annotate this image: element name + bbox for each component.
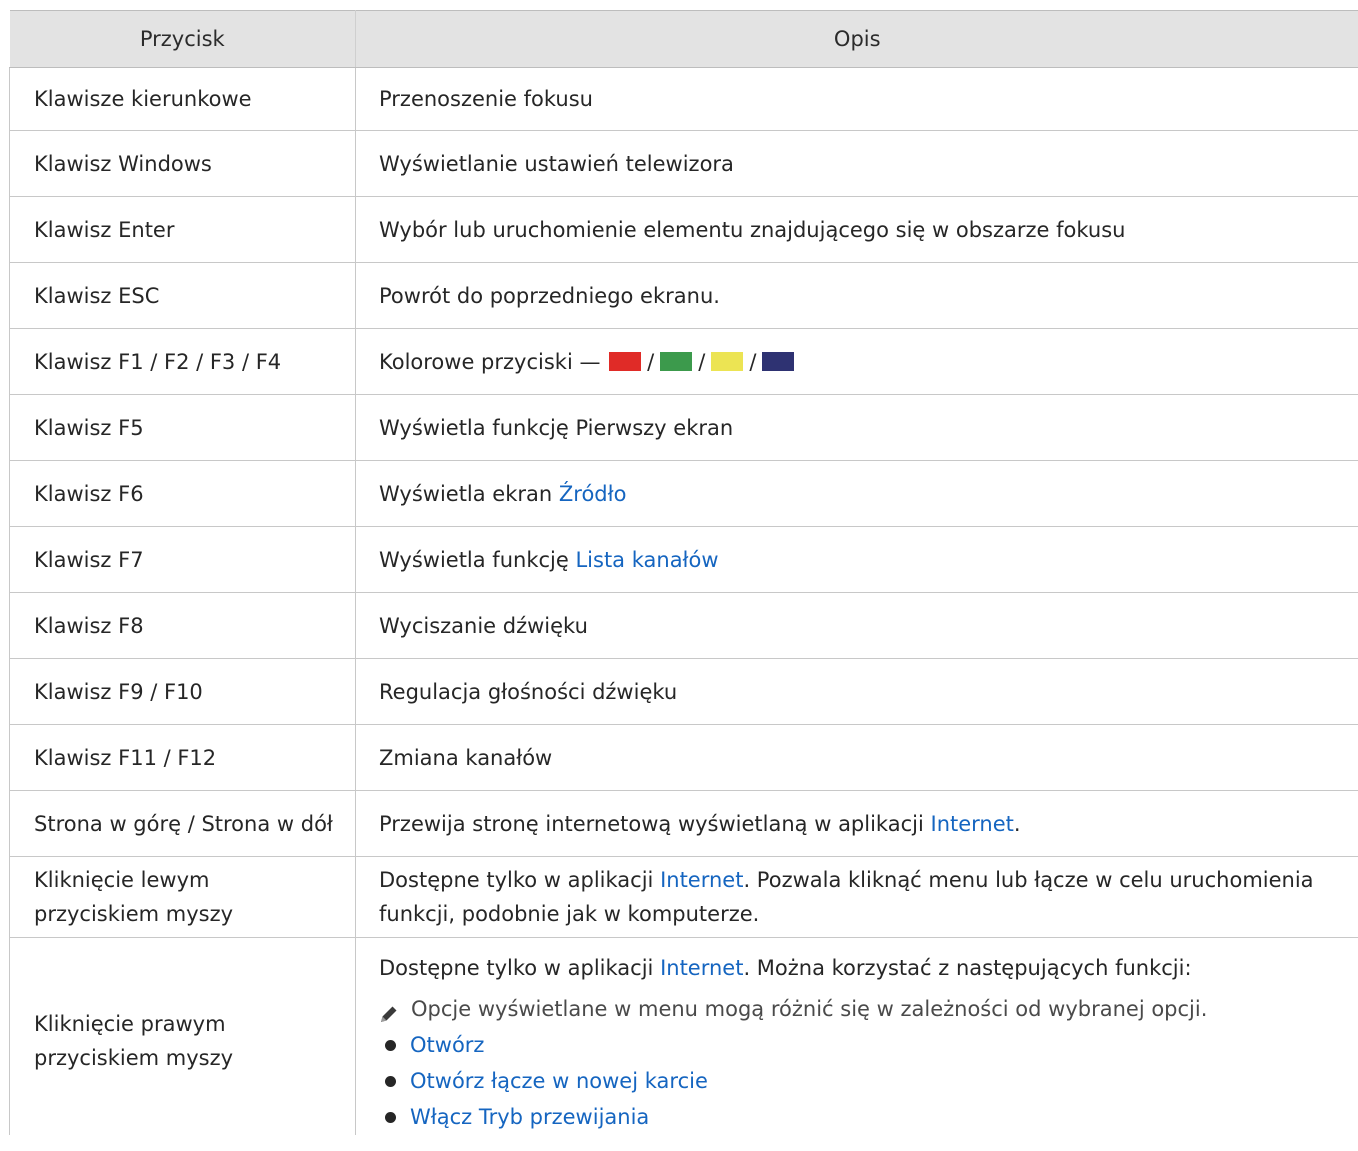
internet-link[interactable]: Internet [931,812,1014,836]
description-suffix: . Można korzystać z następujących funkcj… [743,956,1192,980]
table-header-row: Przycisk Opis [9,10,1358,68]
option-open-link-new-tab[interactable]: Otwórz łącze w nowej karcie [410,1063,708,1099]
option-scroll-mode[interactable]: Włącz Tryb przewijania [410,1099,649,1135]
internet-link[interactable]: Internet [660,956,743,980]
description-suffix: . [1013,811,1021,836]
key-cell: Klawisz Windows [9,130,356,197]
description-cell: Przenoszenie fokusu [355,67,1358,131]
key-cell: Klawisz F11 / F12 [9,724,356,791]
table-row: Klawisz Windows Wyświetlanie ustawień te… [9,130,1358,197]
key-cell: Kliknięcie prawym przyciskiem myszy [9,937,356,1135]
description-cell: Powrót do poprzedniego ekranu. [355,262,1358,329]
swatch-separator: / [647,349,655,374]
yellow-swatch [711,351,744,371]
table-row: Klawisz F8 Wyciszanie dźwięku [9,592,1358,659]
table-row: Klawisz F5 Wyświetla funkcję Pierwszy ek… [9,394,1358,461]
table-row: Kliknięcie lewym przyciskiem myszy Dostę… [9,856,1358,938]
description-cell: Wybór lub uruchomienie elementu znajdują… [355,196,1358,263]
source-link[interactable]: Źródło [559,482,627,506]
table-row: Klawisze kierunkowe Przenoszenie fokusu [9,67,1358,131]
key-cell: Klawisz ESC [9,262,356,329]
pencil-icon [379,999,399,1022]
option-open[interactable]: Otwórz [410,1027,484,1063]
table-row: Klawisz F7 Wyświetla funkcję Lista kanał… [9,526,1358,593]
description-cell: Regulacja głośności dźwięku [355,658,1358,725]
key-cell: Klawisz F8 [9,592,356,659]
table-row: Klawisz F9 / F10 Regulacja głośności dźw… [9,658,1358,725]
key-cell: Klawisz F1 / F2 / F3 / F4 [9,328,356,395]
table-row: Klawisz F6 Wyświetla ekran Źródło [9,460,1358,527]
description-cell: Dostępne tylko w aplikacji Internet. Moż… [356,938,1358,1136]
description-text: Wyświetla funkcję [379,547,569,572]
blue-swatch [762,351,795,371]
red-swatch [609,351,642,371]
table-row: Klawisz F1 / F2 / F3 / F4 Kolorowe przyc… [9,328,1358,395]
description-line: Dostępne tylko w aplikacji Internet. Moż… [379,950,1339,986]
options-list: Otwórz Otwórz łącze w nowej karcie Włącz… [379,1027,1339,1135]
key-cell: Klawisz F6 [9,460,356,527]
description-text: Przewija stronę internetową wyświetlaną … [379,811,924,836]
description-text: Wyświetla ekran [379,481,553,506]
bullet-icon [385,1039,396,1051]
description-text: Kolorowe przyciski — [379,349,601,374]
key-cell: Klawisz F7 [9,526,356,593]
internet-link[interactable]: Internet [660,868,743,892]
swatch-separator: / [698,349,706,374]
key-cell: Strona w górę / Strona w dół [9,790,356,857]
bullet-icon [385,1075,396,1087]
description-cell: Dostępne tylko w aplikacji Internet. Poz… [355,856,1358,938]
table-row: Klawisz Enter Wybór lub uruchomienie ele… [9,196,1358,263]
header-description: Opis [355,10,1358,68]
description-cell: Wyświetla funkcję Pierwszy ekran [355,394,1358,461]
description-cell: Zmiana kanałów [355,724,1358,791]
bullet-icon [385,1111,396,1123]
key-cell: Klawisz Enter [9,196,356,263]
list-item: Włącz Tryb przewijania [379,1099,1339,1135]
swatch-separator: / [749,349,757,374]
shortcut-table: Przycisk Opis Klawisze kierunkowe Przeno… [9,10,1358,1135]
header-key: Przycisk [9,10,356,68]
key-cell: Kliknięcie lewym przyciskiem myszy [9,856,356,938]
description-cell: Wyświetla funkcję Lista kanałów [355,526,1358,593]
list-item: Otwórz łącze w nowej karcie [379,1063,1339,1099]
description-text: Dostępne tylko w aplikacji [379,956,654,980]
description-cell: Przewija stronę internetową wyświetlaną … [355,790,1358,857]
description-content: Dostępne tylko w aplikacji Internet. Moż… [379,938,1339,1135]
table-row: Strona w górę / Strona w dół Przewija st… [9,790,1358,857]
description-cell: Wyciszanie dźwięku [355,592,1358,659]
description-cell: Kolorowe przyciski — / / / [355,328,1358,395]
description-text: Dostępne tylko w aplikacji [379,868,654,892]
green-swatch [660,351,693,371]
table-row: Kliknięcie prawym przyciskiem myszy Dost… [9,937,1358,1136]
key-cell: Klawisze kierunkowe [9,67,356,131]
key-cell: Klawisz F9 / F10 [9,658,356,725]
list-item: Otwórz [379,1027,1339,1063]
description-cell: Wyświetla ekran Źródło [355,460,1358,527]
note-text: Opcje wyświetlane w menu mogą różnić się… [411,997,1208,1021]
description-cell: Wyświetlanie ustawień telewizora [355,130,1358,197]
note: Opcje wyświetlane w menu mogą różnić się… [379,991,1339,1027]
table-row: Klawisz ESC Powrót do poprzedniego ekran… [9,262,1358,329]
key-cell: Klawisz F5 [9,394,356,461]
channel-list-link[interactable]: Lista kanałów [575,548,718,572]
table-row: Klawisz F11 / F12 Zmiana kanałów [9,724,1358,791]
